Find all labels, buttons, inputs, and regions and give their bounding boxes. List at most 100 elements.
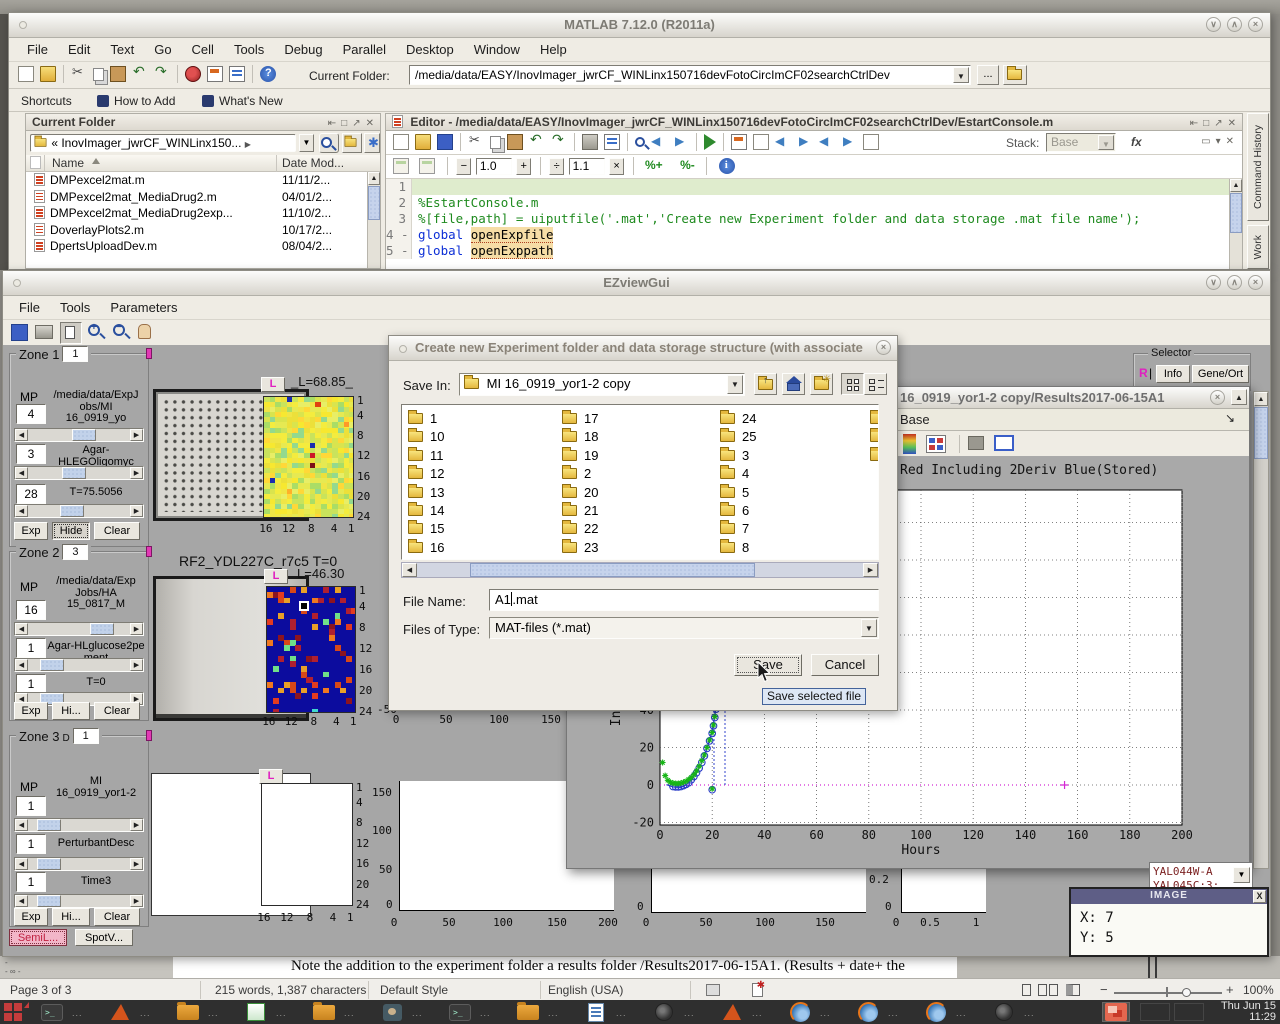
- list-view-button[interactable]: [864, 373, 887, 395]
- maximize-icon[interactable]: ∧: [1227, 275, 1242, 290]
- folder-item[interactable]: 2: [562, 466, 591, 481]
- zone3-heatmap-empty[interactable]: [261, 783, 353, 906]
- task-calc-icon[interactable]: [242, 1002, 270, 1022]
- close-icon[interactable]: ×: [1210, 390, 1225, 405]
- status-wordcount[interactable]: 215 words, 1,387 characters: [215, 983, 366, 997]
- ezview-menu-file[interactable]: File: [9, 297, 50, 319]
- guide-icon[interactable]: [207, 66, 223, 82]
- zone-button-hi[interactable]: Hi...: [52, 702, 90, 720]
- task-writer-icon[interactable]: [582, 1002, 610, 1022]
- folder-item[interactable]: 7: [720, 521, 749, 536]
- matlab-menu-debug[interactable]: Debug: [274, 39, 332, 61]
- exit-debug-icon[interactable]: [863, 134, 879, 150]
- slider-thumb[interactable]: [37, 819, 61, 831]
- editor-scrollbar[interactable]: ▲: [1229, 179, 1242, 269]
- folder-item[interactable]: [870, 448, 879, 463]
- column-date[interactable]: Date Mod...: [282, 156, 344, 170]
- zone-slider[interactable]: ◀▶: [14, 428, 144, 442]
- image-window-titlebar[interactable]: IMAGE X: [1071, 889, 1267, 904]
- matlab-titlebar[interactable]: MATLAB 7.12.0 (R2011a) ∨∧×: [9, 13, 1270, 38]
- slider-left-icon[interactable]: ◀: [15, 659, 28, 671]
- collapse-arrow-icon[interactable]: ↘: [1225, 411, 1235, 425]
- zone-button-clear[interactable]: Clear: [94, 908, 140, 926]
- zone-slider[interactable]: ◀▶: [14, 894, 144, 908]
- multiply-button[interactable]: ×: [609, 158, 624, 175]
- close-icon[interactable]: ✕: [366, 116, 374, 131]
- folder-list[interactable]: 1101112131415161718192202122232425345678: [401, 404, 879, 560]
- save-icon[interactable]: [11, 324, 28, 341]
- cut-icon[interactable]: [71, 66, 87, 82]
- zone-button-hide[interactable]: Hide: [52, 522, 90, 540]
- slider-right-icon[interactable]: ▶: [130, 623, 143, 635]
- folder-item[interactable]: 17: [562, 411, 598, 426]
- decrease-button[interactable]: −: [456, 158, 471, 175]
- pan-icon[interactable]: [138, 324, 151, 339]
- semilog-button[interactable]: SemiL...: [9, 929, 67, 946]
- folder-item[interactable]: 8: [720, 540, 749, 555]
- window-menu-icon[interactable]: [19, 21, 27, 29]
- scrollbar-thumb[interactable]: [1254, 407, 1268, 459]
- breadcrumb-input[interactable]: « InovImager_jwrCF_WINLinx150... ▶: [30, 134, 296, 152]
- task-matlab-icon[interactable]: [718, 1002, 746, 1022]
- task-folder-icon[interactable]: [310, 1002, 338, 1022]
- slider-left-icon[interactable]: ◀: [15, 858, 28, 870]
- zone-button-clear[interactable]: Clear: [94, 522, 140, 540]
- track-changes-icon[interactable]: ✱: [752, 983, 763, 997]
- path-dropdown-icon[interactable]: ▼: [953, 67, 969, 83]
- dropdown-icon[interactable]: ▼: [727, 375, 743, 394]
- zone-value-input[interactable]: 1: [16, 674, 46, 694]
- divide-button[interactable]: ÷: [549, 158, 564, 175]
- folder-item[interactable]: 4: [720, 466, 749, 481]
- task-player-icon[interactable]: [990, 1002, 1018, 1022]
- folder-item[interactable]: 25: [720, 429, 756, 444]
- save-in-dropdown[interactable]: MI 16_0919_yor1-2 copy ▼: [459, 373, 745, 396]
- paste-icon[interactable]: [507, 134, 523, 150]
- folder-item[interactable]: 6: [720, 503, 749, 518]
- tab-workspace[interactable]: Work: [1247, 225, 1269, 269]
- restore-icon[interactable]: ▭: [1201, 136, 1210, 147]
- matlab-menu-edit[interactable]: Edit: [58, 39, 100, 61]
- back-icon[interactable]: [651, 134, 667, 150]
- matlab-menu-help[interactable]: Help: [530, 39, 577, 61]
- file-row[interactable]: DMPexcel2mat_MediaDrug2exp...11/10/2...: [26, 205, 367, 222]
- folder-item[interactable]: 19: [562, 448, 598, 463]
- dock-icon[interactable]: ⇤: [328, 116, 336, 131]
- matlab-menu-tools[interactable]: Tools: [224, 39, 274, 61]
- zone-handle-icon[interactable]: [146, 348, 152, 359]
- paste-icon[interactable]: [110, 66, 126, 82]
- matlab-menu-file[interactable]: File: [17, 39, 58, 61]
- code-area[interactable]: 12%EstartConsole.m3%[file,path] = uiputf…: [386, 179, 1229, 269]
- selector-info-button[interactable]: Info: [1156, 365, 1190, 383]
- file-row[interactable]: DMPexcel2mat_MediaDrug2.m04/01/2...: [26, 189, 367, 206]
- view-book-icon[interactable]: [1066, 984, 1080, 996]
- zone-value-input[interactable]: 1: [16, 796, 46, 816]
- folder-item[interactable]: 5: [720, 485, 749, 500]
- breadcrumb-expand-icon[interactable]: ▶: [245, 140, 251, 149]
- zoom-out-button[interactable]: −: [1100, 982, 1108, 997]
- edit-plot-icon[interactable]: [60, 322, 82, 344]
- redo-icon[interactable]: [154, 66, 170, 82]
- window-menu-icon[interactable]: [399, 345, 407, 353]
- zone-button-exp[interactable]: Exp: [14, 908, 48, 926]
- slider-thumb[interactable]: [60, 505, 84, 517]
- view-single-page-icon[interactable]: [1022, 984, 1031, 996]
- colormap-icon[interactable]: [903, 434, 916, 454]
- zone-button-hi[interactable]: Hi...: [52, 908, 90, 926]
- code-line[interactable]: 2%EstartConsole.m: [386, 195, 1229, 211]
- increase-button[interactable]: +: [516, 158, 531, 175]
- status-page-style[interactable]: Default Style: [380, 983, 448, 997]
- writer-page[interactable]: Note the addition to the experiment fold…: [173, 956, 957, 978]
- zone1-heatmap[interactable]: [263, 396, 354, 518]
- zoom-out-icon[interactable]: −: [113, 324, 125, 336]
- cut-icon[interactable]: [468, 134, 484, 150]
- dropdown-icon[interactable]: ▾: [1216, 136, 1221, 147]
- undock-icon[interactable]: ↗: [352, 116, 360, 131]
- run-icon[interactable]: [704, 134, 716, 150]
- slider-thumb[interactable]: [37, 895, 61, 907]
- folder-list-hscrollbar[interactable]: ◀ ▶: [401, 562, 879, 578]
- zone2-l-button[interactable]: L: [264, 569, 288, 584]
- maximize-icon[interactable]: □: [341, 116, 347, 131]
- task-firefox-icon[interactable]: [922, 1002, 950, 1022]
- zone-number-input[interactable]: 3: [62, 544, 88, 560]
- slider-thumb[interactable]: [72, 429, 96, 441]
